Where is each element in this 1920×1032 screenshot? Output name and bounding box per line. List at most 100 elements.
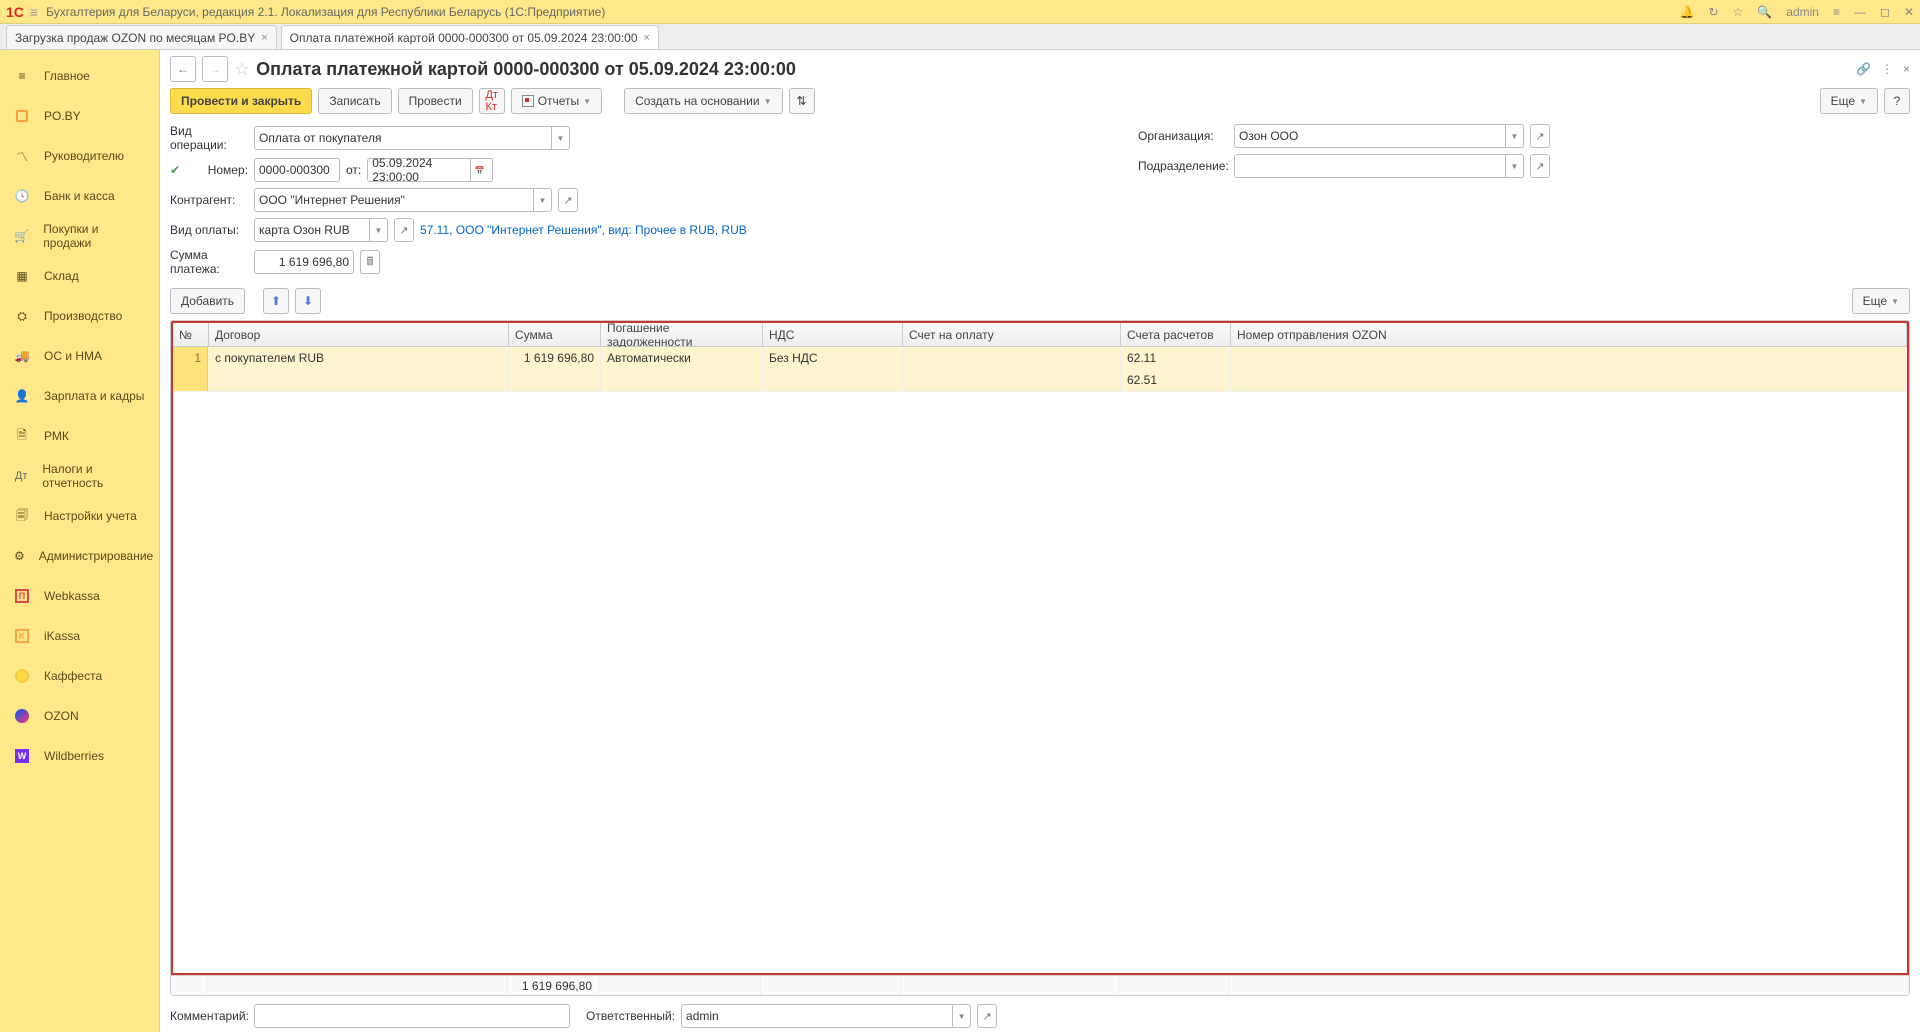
reports-button[interactable]: Отчеты▼ xyxy=(511,88,602,114)
kebab-icon[interactable]: ⋮ xyxy=(1881,62,1893,76)
counterparty-select[interactable]: ООО "Интернет Решения"▼ xyxy=(254,188,552,212)
comment-input[interactable] xyxy=(254,1004,570,1028)
chevron-down-icon[interactable]: ▼ xyxy=(1505,125,1523,147)
sidebar-item-settings[interactable]: 🗐Настройки учета xyxy=(0,496,159,536)
sidebar-item-manager[interactable]: 〽Руководителю xyxy=(0,136,159,176)
cell-sum: 1 619 696,80 xyxy=(509,347,601,369)
th-num[interactable]: № xyxy=(173,323,209,346)
tab-close-icon[interactable]: × xyxy=(644,32,650,44)
create-based-button[interactable]: Создать на основании▼ xyxy=(624,88,782,114)
sidebar-item-os-nma[interactable]: 🚚ОС и НМА xyxy=(0,336,159,376)
open-organization-button[interactable]: ↗ xyxy=(1530,124,1550,148)
search-icon[interactable]: 🔍 xyxy=(1757,5,1772,19)
sidebar-item-kaffesta[interactable]: Каффеста xyxy=(0,656,159,696)
sidebar-item-warehouse[interactable]: ▦Склад xyxy=(0,256,159,296)
write-button[interactable]: Записать xyxy=(318,88,391,114)
tab-payment-card[interactable]: Оплата платежной картой 0000-000300 от 0… xyxy=(281,25,659,49)
nav-forward-button[interactable]: → xyxy=(202,56,228,82)
help-button[interactable]: ? xyxy=(1884,88,1910,114)
date-input[interactable]: 05.09.2024 23:00:00📅 xyxy=(367,158,493,182)
tab-label: Оплата платежной картой 0000-000300 от 0… xyxy=(290,31,638,45)
app-title: Бухгалтерия для Беларуси, редакция 2.1. … xyxy=(46,5,605,19)
division-select[interactable]: ▼ xyxy=(1234,154,1524,178)
op-type-select[interactable]: Оплата от покупателя▼ xyxy=(254,126,570,150)
payments-table: № Договор Сумма Погашение задолженности … xyxy=(170,320,1910,996)
organization-select[interactable]: Озон ООО▼ xyxy=(1234,124,1524,148)
close-doc-icon[interactable]: × xyxy=(1903,62,1910,76)
label-pay-type: Вид оплаты: xyxy=(170,223,248,237)
star-icon[interactable]: ☆ xyxy=(1733,5,1744,19)
grid-icon: ▦ xyxy=(14,269,30,283)
maximize-icon[interactable]: ◻ xyxy=(1880,5,1890,19)
sidebar-item-rmk[interactable]: 🗎РМК xyxy=(0,416,159,456)
tab-ozon-load[interactable]: Загрузка продаж OZON по месяцам PO.BY × xyxy=(6,25,277,49)
pay-type-select[interactable]: карта Озон RUB▼ xyxy=(254,218,388,242)
more-button[interactable]: Еще▼ xyxy=(1820,88,1878,114)
add-row-button[interactable]: Добавить xyxy=(170,288,245,314)
cell-repay: Автоматически xyxy=(601,347,763,369)
nav-back-button[interactable]: ← xyxy=(170,56,196,82)
sidebar-item-poby[interactable]: PO.BY xyxy=(0,96,159,136)
pay-sum-input[interactable]: 1 619 696,80 xyxy=(254,250,354,274)
post-and-close-button[interactable]: Провести и закрыть xyxy=(170,88,312,114)
settings-icon[interactable]: ≡ xyxy=(1833,5,1840,19)
open-division-button[interactable]: ↗ xyxy=(1530,154,1550,178)
sidebar-item-admin[interactable]: ⚙Администрирование xyxy=(0,536,159,576)
sidebar-item-ikassa[interactable]: KiKassa xyxy=(0,616,159,656)
table-row[interactable]: 1 с покупателем RUB 1 619 696,80 Автомат… xyxy=(173,347,1907,392)
minimize-icon[interactable]: — xyxy=(1854,5,1866,19)
history-icon[interactable]: ↻ xyxy=(1708,5,1718,19)
dtkt-button[interactable]: ДтКт xyxy=(479,88,505,114)
chevron-down-icon[interactable]: ▼ xyxy=(369,219,387,241)
open-pay-type-button[interactable]: ↗ xyxy=(394,218,414,242)
number-input[interactable]: 0000-000300 xyxy=(254,158,340,182)
th-invoice[interactable]: Счет на оплату xyxy=(903,323,1121,346)
cell-vat: Без НДС xyxy=(763,347,903,369)
th-repay[interactable]: Погашение задолженности xyxy=(601,323,763,346)
bell-icon[interactable]: 🔔 xyxy=(1680,5,1695,19)
favorite-star-icon[interactable]: ☆ xyxy=(234,59,250,80)
wildberries-icon: W xyxy=(14,749,30,763)
tab-close-icon[interactable]: × xyxy=(261,32,267,44)
link-icon[interactable]: 🔗 xyxy=(1856,62,1871,76)
main-menu-icon[interactable]: ≡ xyxy=(30,4,38,20)
label-division: Подразделение: xyxy=(1138,159,1228,173)
calc-button[interactable]: 🖩 xyxy=(360,250,380,274)
chevron-down-icon[interactable]: ▼ xyxy=(551,127,569,149)
chevron-down-icon[interactable]: ▼ xyxy=(1505,155,1523,177)
responsible-select[interactable]: admin▼ xyxy=(681,1004,971,1028)
th-accounts[interactable]: Счета расчетов xyxy=(1121,323,1231,346)
label-pay-sum: Сумма платежа: xyxy=(170,248,248,276)
sidebar-item-wildberries[interactable]: WWildberries xyxy=(0,736,159,776)
sidebar: ≡Главное PO.BY 〽Руководителю 🕓Банк и кас… xyxy=(0,50,160,1032)
sidebar-item-bank[interactable]: 🕓Банк и касса xyxy=(0,176,159,216)
th-sum[interactable]: Сумма xyxy=(509,323,601,346)
sidebar-item-salary[interactable]: 👤Зарплата и кадры xyxy=(0,376,159,416)
user-label[interactable]: admin xyxy=(1786,5,1819,19)
th-vat[interactable]: НДС xyxy=(763,323,903,346)
label-comment: Комментарий: xyxy=(170,1009,248,1023)
open-counterparty-button[interactable]: ↗ xyxy=(558,188,578,212)
truck-icon: 🚚 xyxy=(14,349,30,363)
th-contract[interactable]: Договор xyxy=(209,323,509,346)
posted-icon: ✔ xyxy=(170,163,182,177)
post-button[interactable]: Провести xyxy=(398,88,473,114)
calendar-icon[interactable]: 📅 xyxy=(470,159,488,181)
sidebar-item-ozon[interactable]: OZON xyxy=(0,696,159,736)
sidebar-item-webkassa[interactable]: ПWebkassa xyxy=(0,576,159,616)
structure-button[interactable]: ⇅ xyxy=(789,88,815,114)
table-more-button[interactable]: Еще▼ xyxy=(1852,288,1910,314)
move-down-button[interactable]: ⬇ xyxy=(295,288,321,314)
sidebar-item-production[interactable]: ⛭Производство xyxy=(0,296,159,336)
chevron-down-icon[interactable]: ▼ xyxy=(533,189,551,211)
sidebar-item-tax[interactable]: ДтНалоги и отчетность xyxy=(0,456,159,496)
sidebar-item-main[interactable]: ≡Главное xyxy=(0,56,159,96)
th-ozon-no[interactable]: Номер отправления OZON xyxy=(1231,323,1907,346)
pay-type-link[interactable]: 57.11, ООО "Интернет Решения", вид: Проч… xyxy=(420,223,747,237)
open-responsible-button[interactable]: ↗ xyxy=(977,1004,997,1028)
chevron-down-icon[interactable]: ▼ xyxy=(952,1005,970,1027)
close-icon[interactable]: ✕ xyxy=(1904,5,1914,19)
sidebar-item-purchases[interactable]: 🛒Покупки и продажи xyxy=(0,216,159,256)
pages-icon: 🗐 xyxy=(14,506,30,527)
move-up-button[interactable]: ⬆ xyxy=(263,288,289,314)
